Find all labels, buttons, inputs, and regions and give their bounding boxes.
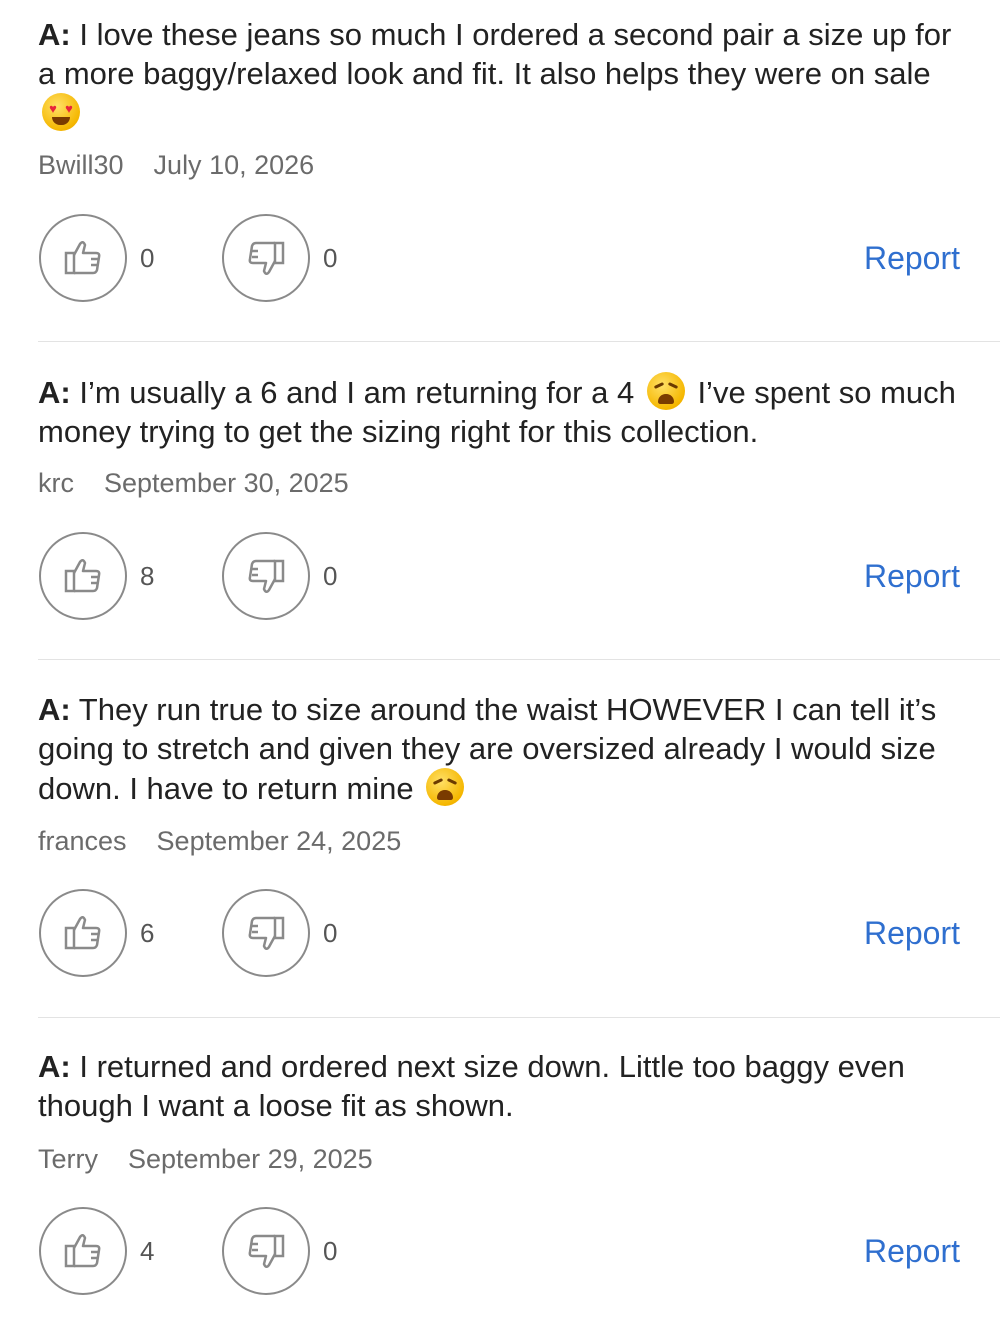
thumbs-up-button[interactable]	[39, 214, 127, 302]
answer-text: A: They run true to size around the wais…	[38, 690, 968, 808]
not-helpful-count: 0	[323, 918, 338, 948]
helpful-count: 0	[140, 243, 155, 273]
not-helpful-count: 0	[323, 243, 338, 273]
thumbs-up-icon	[64, 559, 101, 593]
heart-eyes-emoji-icon: ♥ ♥	[42, 93, 80, 131]
helpful-count: 8	[140, 561, 155, 591]
answer-text: A: I love these jeans so much I ordered …	[38, 15, 968, 133]
answer-author: frances	[38, 826, 127, 856]
report-link[interactable]: Report	[864, 1233, 960, 1270]
thumbs-up-icon	[64, 916, 101, 950]
answer-body: They run true to size around the waist H…	[38, 692, 937, 806]
divider	[38, 659, 1000, 660]
report-link[interactable]: Report	[864, 915, 960, 952]
answer-text: A: I’m usually a 6 and I am returning fo…	[38, 372, 968, 451]
thumbs-down-icon	[248, 559, 285, 593]
helpful-count: 4	[140, 1236, 155, 1266]
answer-meta: frances September 24, 2025	[38, 826, 401, 857]
thumbs-down-icon	[248, 241, 285, 275]
thumbs-up-button[interactable]	[39, 532, 127, 620]
answer-meta: Terry September 29, 2025	[38, 1144, 373, 1175]
thumbs-up-icon	[64, 241, 101, 275]
divider	[38, 341, 1000, 342]
not-helpful-count: 0	[323, 561, 338, 591]
divider	[38, 1017, 1000, 1018]
thumbs-down-icon	[248, 916, 285, 950]
thumbs-down-button[interactable]	[222, 214, 310, 302]
answer-meta: krc September 30, 2025	[38, 468, 349, 499]
answer-body: I love these jeans so much I ordered a s…	[38, 17, 952, 91]
answer-date: September 30, 2025	[104, 468, 349, 498]
weary-face-emoji-icon	[646, 372, 685, 410]
report-link[interactable]: Report	[864, 558, 960, 595]
answer-author: Terry	[38, 1144, 98, 1174]
answer-body: I returned and ordered next size down. L…	[38, 1049, 905, 1123]
answer-body: I’m usually a 6 and I am returning for a…	[79, 375, 635, 410]
answer-date: July 10, 2026	[153, 150, 315, 180]
answer-prefix: A:	[38, 375, 71, 410]
answer-date: September 24, 2025	[156, 826, 402, 856]
answer-prefix: A:	[38, 692, 71, 727]
not-helpful-count: 0	[323, 1236, 338, 1266]
thumbs-down-button[interactable]	[222, 532, 310, 620]
answer-prefix: A:	[38, 17, 71, 52]
answer-date: September 29, 2025	[128, 1144, 373, 1174]
thumbs-down-button[interactable]	[222, 889, 310, 977]
answer-text: A: I returned and ordered next size down…	[38, 1047, 968, 1125]
answer-author: Bwill30	[38, 150, 124, 180]
thumbs-up-icon	[64, 1234, 101, 1268]
weary-face-emoji-icon	[426, 768, 465, 806]
answer-author: krc	[38, 468, 74, 498]
report-link[interactable]: Report	[864, 240, 960, 277]
thumbs-down-icon	[248, 1234, 285, 1268]
helpful-count: 6	[140, 918, 155, 948]
answer-prefix: A:	[38, 1049, 71, 1084]
thumbs-up-button[interactable]	[39, 889, 127, 977]
thumbs-down-button[interactable]	[222, 1207, 310, 1295]
thumbs-up-button[interactable]	[39, 1207, 127, 1295]
answer-meta: Bwill30 July 10, 2026	[38, 150, 314, 181]
